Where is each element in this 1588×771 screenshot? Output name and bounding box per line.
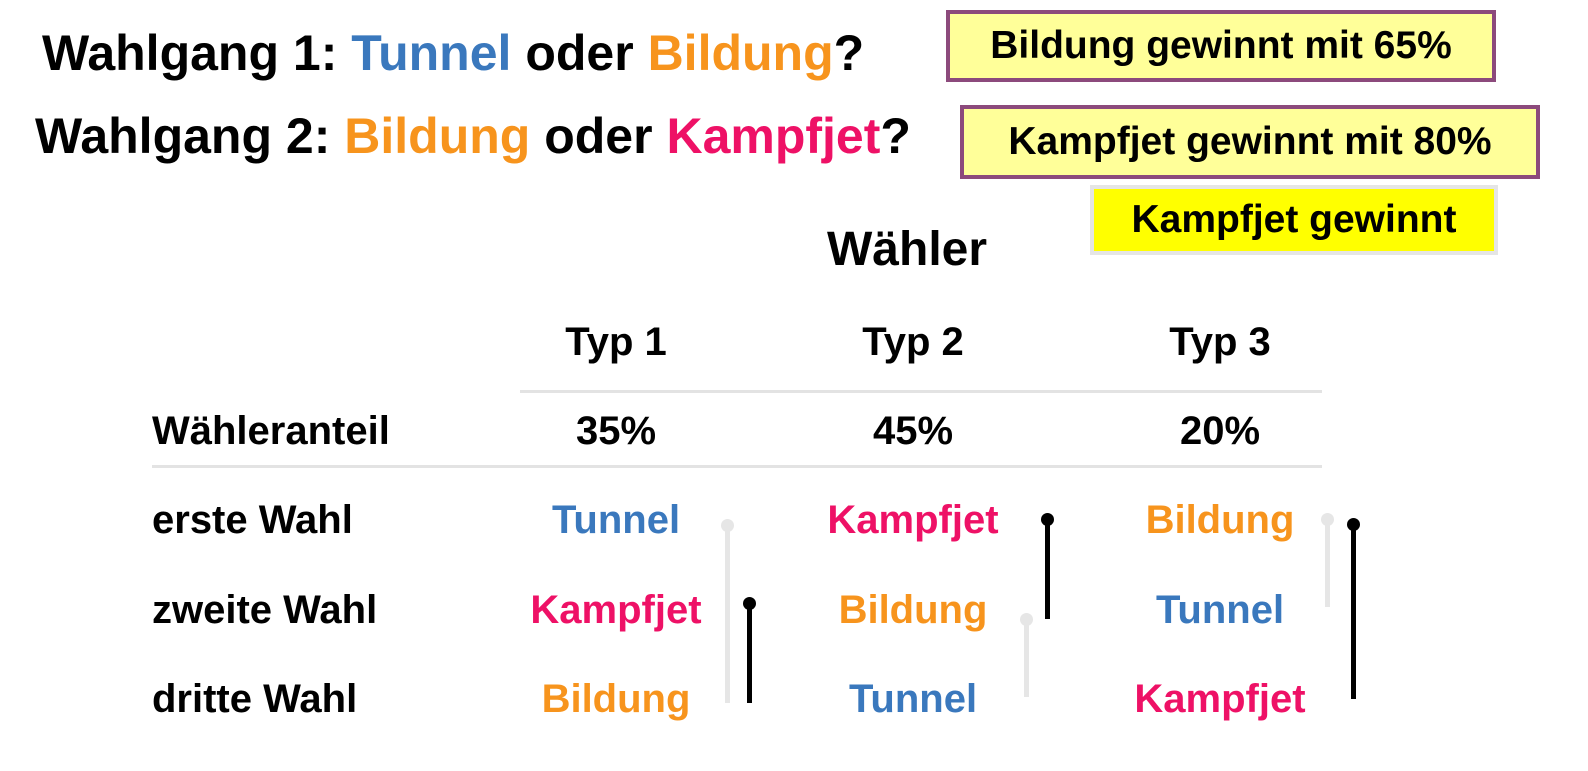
column-header-typ1: Typ 1 xyxy=(565,320,667,364)
share-typ2: 45% xyxy=(872,409,954,453)
pref-typ3-third: Kampfjet xyxy=(1134,677,1306,721)
marker-typ1-round1-bar xyxy=(725,525,730,703)
pref-typ2-first: Kampfjet xyxy=(827,498,999,542)
overall-result-box: Kampfjet gewinnt xyxy=(1090,185,1498,255)
round1-result-box: Bildung gewinnt mit 65% xyxy=(946,10,1496,82)
round1-suffix: ? xyxy=(833,25,865,81)
row-label-second: zweite Wahl xyxy=(152,588,378,632)
marker-typ3-round2-bar xyxy=(1351,524,1356,699)
round1-prefix: Wahlgang 1: xyxy=(42,25,352,81)
round2-option-bildung: Bildung xyxy=(344,108,531,164)
round1-title: Wahlgang 1: Tunnel oder Bildung? xyxy=(42,24,864,82)
round2-connector: oder xyxy=(530,108,667,164)
pref-typ1-first: Tunnel xyxy=(551,498,681,542)
round2-prefix: Wahlgang 2: xyxy=(35,108,345,164)
row-label-share: Wähleranteil xyxy=(152,409,390,453)
pref-typ1-third: Bildung xyxy=(541,677,691,721)
row-label-third: dritte Wahl xyxy=(152,677,358,721)
overall-result-text: Kampfjet gewinnt xyxy=(1131,198,1457,241)
voters-heading: Wähler xyxy=(827,223,988,276)
pref-typ2-second: Bildung xyxy=(838,588,988,632)
round2-suffix: ? xyxy=(880,108,911,164)
column-header-typ2: Typ 2 xyxy=(862,320,964,364)
round1-option-bildung: Bildung xyxy=(647,25,834,81)
round2-title: Wahlgang 2: Bildung oder Kampfjet? xyxy=(35,107,911,165)
round1-connector: oder xyxy=(511,25,648,81)
round1-option-tunnel: Tunnel xyxy=(351,25,512,81)
round2-result-box: Kampfjet gewinnt mit 80% xyxy=(960,105,1540,179)
column-header-typ3: Typ 3 xyxy=(1169,320,1271,364)
round1-result-text: Bildung gewinnt mit 65% xyxy=(990,24,1452,67)
header-divider xyxy=(520,390,1322,393)
share-typ1: 35% xyxy=(575,409,657,453)
marker-typ1-round2-bar xyxy=(747,603,752,703)
pref-typ2-third: Tunnel xyxy=(848,677,978,721)
row-label-first: erste Wahl xyxy=(152,498,353,542)
share-divider xyxy=(152,465,1322,468)
marker-typ2-round1-bar xyxy=(1024,619,1029,697)
round2-option-kampfjet: Kampfjet xyxy=(666,108,881,164)
marker-typ3-round1-bar xyxy=(1325,519,1330,607)
share-typ3: 20% xyxy=(1179,409,1261,453)
pref-typ1-second: Kampfjet xyxy=(530,588,702,632)
round2-result-text: Kampfjet gewinnt mit 80% xyxy=(1008,120,1492,163)
marker-typ2-round2-bar xyxy=(1045,519,1050,619)
